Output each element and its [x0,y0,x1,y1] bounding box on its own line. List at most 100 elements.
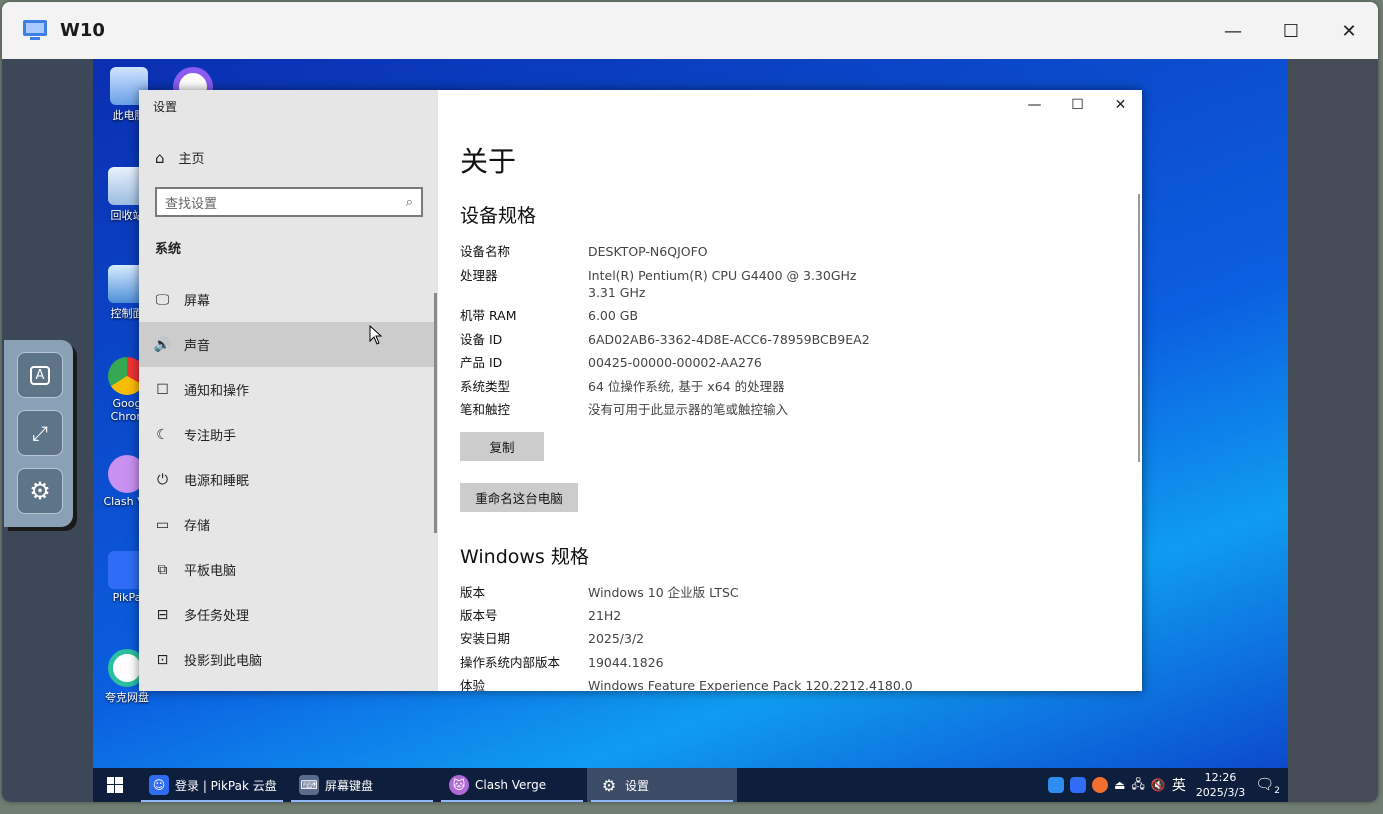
rename-pc-button[interactable]: 重命名这台电脑 [460,483,578,512]
spec-row: 设备名称 DESKTOP-N6QJOFO [460,243,878,260]
project-icon: ⊡ [156,651,169,668]
desktop-icon-label: 夸克网盘 [105,691,149,704]
taskbar-running-indicator [291,800,433,802]
nav-sound[interactable]: 🔊 声音 [139,322,436,367]
clock[interactable]: 12:26 2025/3/3 [1196,770,1245,800]
host-title: W10 [60,19,105,41]
expand-icon: ⤢ [32,421,48,445]
spec-row: 版本 Windows 10 企业版 LTSC [460,584,878,601]
maximize-button[interactable]: ☐ [1056,90,1099,120]
taskbar-item-osk[interactable]: ⌨ 屏幕键盘 [287,768,437,802]
floating-toolbar: A ⤢ ⚙ [4,340,73,527]
nav-home-label: 主页 [178,152,205,167]
spec-key: 机带 RAM [460,308,517,323]
spec-key: 版本号 [460,608,498,623]
spec-value: 64 位操作系统, 基于 x64 的处理器 [588,379,785,394]
letter-a-icon: A [29,365,51,385]
app-tray-icon[interactable] [1092,777,1109,793]
clock-time: 12:26 [1204,771,1237,784]
host-titlebar: W10 [2,2,1378,58]
settings-button[interactable]: ⚙ [17,468,63,514]
clock-date: 2025/3/3 [1195,786,1246,799]
keyboard-toggle-button[interactable]: A [17,352,63,398]
spec-row: 设备 ID 6AD02AB6-3362-4D8E-ACC6-78959BCB9EA… [460,331,878,348]
spec-row: 机带 RAM 6.00 GB [460,307,878,324]
settings-main: — ☐ ✕ 关于 设备规格 设备名称 DESKTOP-N6QJOFO 处理器 Int… [438,90,1142,691]
taskbar-running-indicator [141,800,283,802]
nav-label: 存储 [184,519,211,534]
nav-label: 电源和睡眠 [184,474,250,489]
start-button[interactable] [93,768,137,802]
pikpak-tray-icon[interactable] [1070,777,1087,793]
usb-icon[interactable]: ⏏ [1114,778,1125,792]
taskbar-item-clash[interactable]: 🐱 Clash Verge [437,768,587,802]
network-icon[interactable]: 🖧 [1131,775,1144,796]
search-icon: ⌕ [405,194,413,210]
spec-value: DESKTOP-N6QJOFO [588,244,708,259]
copy-button[interactable]: 复制 [460,432,544,461]
spec-key: 版本 [460,585,486,600]
ime-indicator[interactable]: 英 [1172,775,1186,795]
spec-key: 笔和触控 [460,402,511,417]
fullscreen-button[interactable]: ⤢ [17,410,63,456]
gear-icon: ⚙ [29,477,51,505]
nav-multitasking[interactable]: ⊟ 多任务处理 [139,592,436,637]
spec-key: 体验 [460,678,486,691]
windows-logo-icon [107,777,123,793]
nav-project[interactable]: ⊡ 投影到此电脑 [139,637,436,682]
spec-value: Windows 10 企业版 LTSC [588,585,739,600]
nav-label: 声音 [184,339,211,354]
spec-key: 操作系统内部版本 [460,655,561,670]
volume-muted-icon[interactable]: 🔇 [1151,778,1166,792]
settings-window: 设置 ⌂ 主页 查找设置 ⌕ 系统 🖵 屏幕 🔊 声音 ☐ 通知和操作 ☾ 专注助手 ⏻… [139,90,1142,691]
host-minimize-button[interactable]: — [1204,2,1262,60]
spec-row: 处理器 Intel(R) Pentium(R) CPU G4400 @ 3.30G… [460,267,878,301]
speaker-icon: 🔊 [153,336,172,353]
notification-count: 2 [1274,785,1280,796]
nav-tablet[interactable]: ⧉ 平板电脑 [139,547,436,592]
nav-home[interactable]: ⌂ 主页 [155,148,205,168]
nav-storage[interactable]: ▭ 存储 [139,502,436,547]
settings-app-title: 设置 [153,100,178,114]
home-icon: ⌂ [155,148,165,167]
main-scrollbar[interactable] [1138,194,1140,462]
spec-key: 处理器 [460,268,498,283]
notification-icon[interactable]: 🗨2 [1255,775,1280,796]
search-input[interactable]: 查找设置 ⌕ [155,187,423,217]
spec-value: 没有可用于此显示器的笔或触控输入 [588,402,789,417]
nav-focus-assist[interactable]: ☾ 专注助手 [139,412,436,457]
desktop-icon-label: PikPa [112,591,142,604]
nav-notifications[interactable]: ☐ 通知和操作 [139,367,436,412]
system-tray: ⏏ 🖧 🔇 英 12:26 2025/3/3 🗨2 [1048,768,1288,802]
cloud-tray-icon[interactable] [1048,777,1065,793]
taskbar-running-indicator [591,800,733,802]
taskbar-item-label: 登录 | PikPak 云盘 [175,778,277,793]
sidebar-scrollbar[interactable] [434,293,437,533]
monitor-icon [22,19,48,41]
taskbar-item-pikpak[interactable]: ☺ 登录 | PikPak 云盘 [137,768,287,802]
nav-label: 投影到此电脑 [184,654,263,669]
power-icon: ⏻ [156,471,169,488]
pikpak-icon: ☺ [149,775,169,795]
taskbar-running-indicator [441,800,583,802]
windows-spec-heading: Windows 规格 [460,546,589,568]
spec-value: 6AD02AB6-3362-4D8E-ACC6-78959BCB9EA2 [588,332,870,347]
nav-power[interactable]: ⏻ 电源和睡眠 [139,457,436,502]
spec-value: 6.00 GB [588,308,639,323]
taskbar-item-label: 屏幕键盘 [325,778,374,793]
host-close-button[interactable]: ✕ [1320,2,1378,60]
taskbar-item-settings[interactable]: ⚙ 设置 [587,768,737,802]
minimize-button[interactable]: — [1013,90,1056,120]
host-maximize-button[interactable]: ☐ [1262,2,1320,60]
spec-row: 系统类型 64 位操作系统, 基于 x64 的处理器 [460,378,878,395]
search-placeholder: 查找设置 [165,196,218,212]
spec-key: 设备名称 [460,244,511,259]
clash-cat-icon: 🐱 [449,775,469,795]
close-button[interactable]: ✕ [1099,90,1142,120]
host-background-right [1288,59,1378,802]
nav-label: 通知和操作 [184,384,250,399]
nav-display[interactable]: 🖵 屏幕 [139,277,436,322]
spec-row: 体验 Windows Feature Experience Pack 120.22… [460,677,918,691]
spec-value: Intel(R) Pentium(R) CPU G4400 @ 3.30GHz … [588,268,857,300]
notification-icon: ☐ [156,381,169,398]
